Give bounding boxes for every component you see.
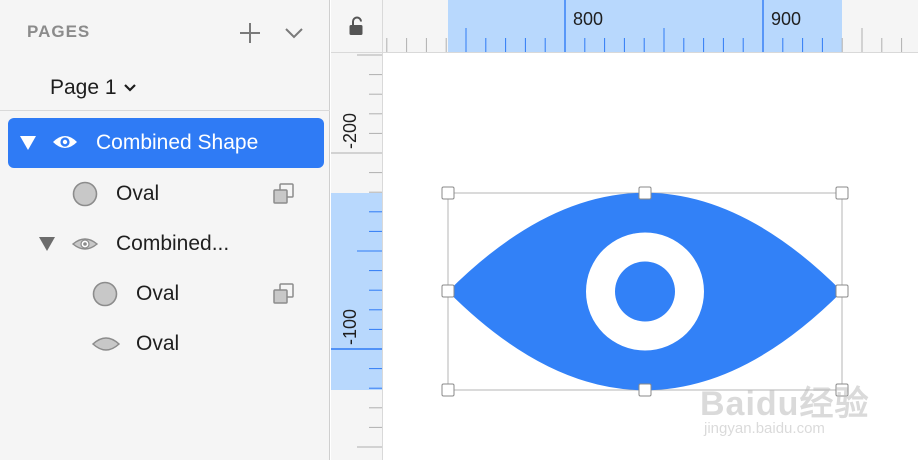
circle-icon [72,181,98,207]
plus-icon [240,23,260,43]
pages-divider [0,110,330,111]
ruler-selection-highlight [331,193,382,390]
pages-header: PAGES [0,0,330,66]
layer-name: Oval [116,182,160,205]
layer-name: Combined Shape [96,131,259,154]
resize-handle-top-right [835,186,849,200]
resize-handle-bottom [638,383,652,397]
eye-icon [72,238,98,250]
circle-icon [92,281,118,307]
resize-handle-bottom-left [441,383,455,397]
resize-handle-left [441,284,455,298]
watermark-main: Baidu经验 [700,385,870,423]
lens-icon [92,337,120,351]
layer-name: Oval [136,282,180,305]
resize-handle-right [835,284,849,298]
add-page-button[interactable] [237,20,263,46]
ruler-label-minus-200: -200 [340,113,360,149]
mask-icon [273,283,294,304]
layer-oval[interactable]: Oval [0,271,330,317]
watermark-sub: jingyan.baidu.com [704,420,825,437]
page-selector-label: Page 1 [50,76,117,99]
layer-combined-group[interactable]: Combined... [0,221,330,267]
horizontal-ruler-graphic: 800 900 [386,0,903,52]
eye-icon [53,136,77,148]
ruler-corner [331,0,383,53]
layer-name: Combined... [116,232,230,255]
layer-oval[interactable]: Oval [0,171,330,217]
layer-oval[interactable]: Oval [0,321,330,367]
horizontal-ruler[interactable]: 800 900 [383,0,918,53]
chevron-down-icon [123,84,136,92]
ruler-label-900: 900 [771,9,801,29]
pages-title: PAGES [27,22,91,41]
layers-sidebar: PAGES Page 1 Combined Shape Oval Combine… [0,0,330,460]
unlocked-padlock-icon[interactable] [348,16,366,36]
mask-icon [273,183,294,204]
ruler-label-minus-100: -100 [340,309,360,345]
chevron-down-icon [285,28,303,39]
layer-combined-shape[interactable]: Combined Shape [8,118,324,168]
ruler-label-800: 800 [573,9,603,29]
resize-handle-top [638,186,652,200]
disclosure-triangle-icon[interactable] [20,136,36,150]
collapse-pages-button[interactable] [281,20,307,46]
watermark: Baidu经验 jingyan.baidu.com [700,360,890,450]
resize-handle-top-left [441,186,455,200]
vertical-ruler[interactable]: -200 -100 [331,53,383,460]
page-selector[interactable]: Page 1 [50,74,137,102]
layer-name: Oval [136,332,180,355]
vertical-ruler-graphic: -200 -100 [331,54,382,448]
disclosure-triangle-icon[interactable] [39,237,55,251]
